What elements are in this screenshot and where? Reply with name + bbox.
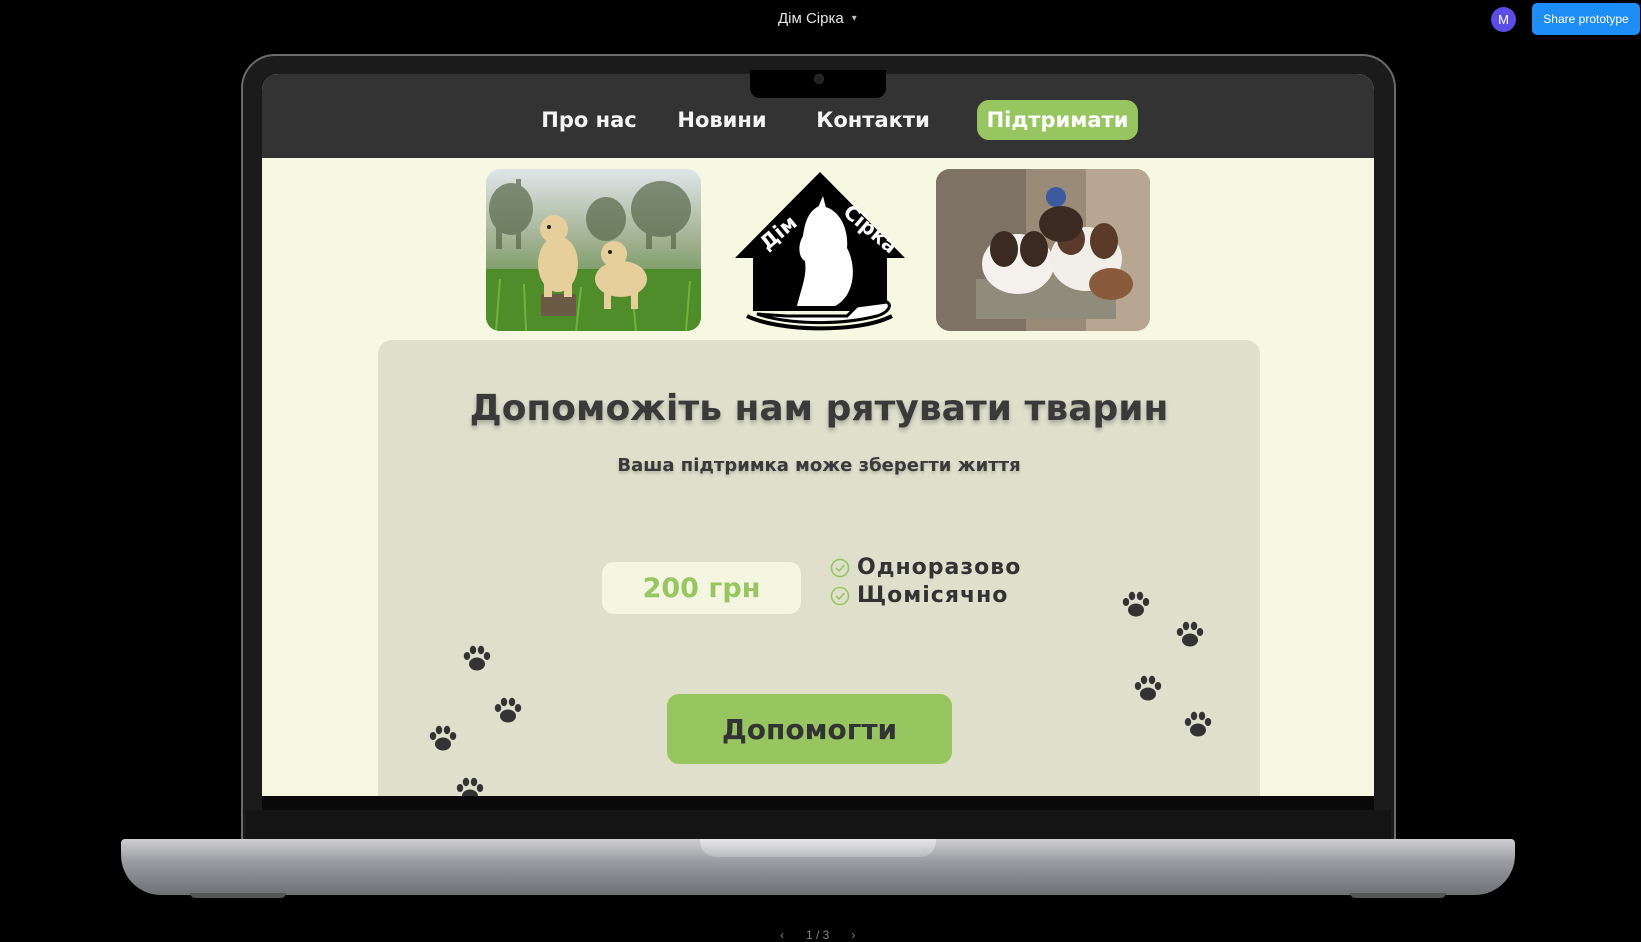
check-circle-icon (830, 558, 850, 577)
chevron-down-icon: ▾ (851, 13, 857, 24)
paw-icon (463, 645, 491, 671)
puppies-photo (936, 169, 1150, 331)
nav-item-news[interactable]: Новини (666, 100, 778, 140)
paw-icon (494, 697, 522, 723)
donation-card: Допоможіть нам рятувати тварин Ваша підт… (378, 340, 1260, 796)
laptop-foot (190, 893, 286, 898)
option-label: Одноразово (857, 555, 1022, 580)
help-button[interactable]: Допомогти (667, 694, 952, 764)
option-one-time[interactable]: Одноразово (830, 555, 1021, 580)
shelter-logo: Дім Сірка (727, 166, 913, 334)
prototype-toolbar: Дім Сірка ▾ M Share prototype (0, 0, 1641, 40)
check-circle-icon (830, 586, 850, 605)
camera-dot (814, 74, 824, 84)
page-title: Допоможіть нам рятувати тварин (469, 388, 1169, 429)
nav-item-contacts[interactable]: Контакти (803, 100, 943, 140)
paw-icon (1184, 711, 1212, 737)
project-title-dropdown[interactable]: Дім Сірка ▾ (778, 10, 857, 27)
laptop-hinge (246, 810, 1391, 840)
option-monthly[interactable]: Щомісячно (830, 583, 1008, 608)
page-subtitle: Ваша підтримка може зберегти життя (617, 455, 1021, 476)
avatar[interactable]: M (1491, 7, 1516, 32)
site-screen: Про нас Новини Контакти Підтримати Дім С… (262, 74, 1374, 796)
paw-icon (456, 777, 484, 796)
paw-icon (1176, 621, 1204, 647)
option-label: Щомісячно (857, 583, 1009, 608)
nav-item-support[interactable]: Підтримати (977, 100, 1138, 140)
laptop-opening-notch (700, 839, 936, 857)
project-title: Дім Сірка (778, 10, 844, 27)
paw-icon (429, 725, 457, 751)
laptop-foot (1350, 893, 1446, 898)
dogs-field-photo (486, 169, 701, 331)
paw-icon (1122, 591, 1150, 617)
donation-amount-field[interactable]: 200 грн (602, 562, 801, 614)
paw-icon (1134, 675, 1162, 701)
share-prototype-button[interactable]: Share prototype (1532, 3, 1640, 35)
nav-item-about[interactable]: Про нас (524, 100, 654, 140)
